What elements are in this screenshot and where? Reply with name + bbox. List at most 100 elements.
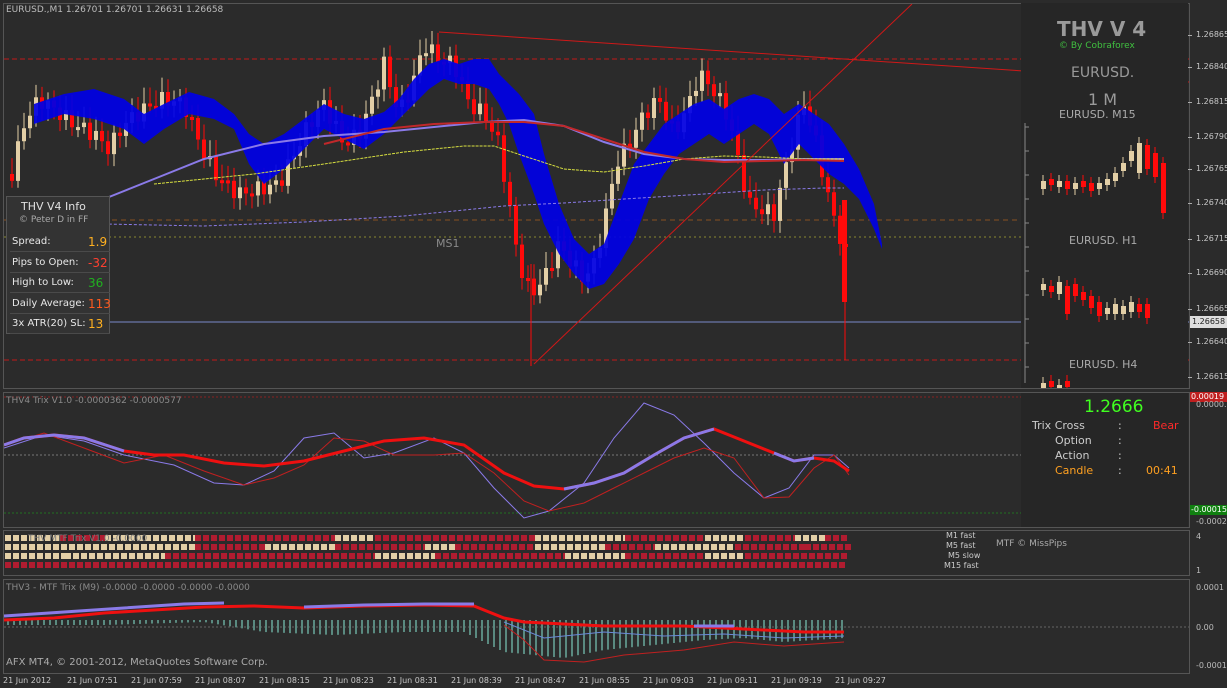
candle-body: [772, 204, 776, 221]
mtf-cell: [599, 562, 605, 568]
trix-canvas[interactable]: [4, 393, 1021, 527]
mtf-cell: [687, 544, 693, 550]
mtf-cell: [125, 562, 131, 568]
mtf-cell: [341, 553, 347, 559]
mtf-cell: [487, 562, 493, 568]
mtf-cell: [711, 562, 717, 568]
candle-body: [640, 112, 644, 130]
price-axis-label: 1.26640: [1196, 337, 1227, 346]
mtf-cell: [511, 544, 517, 550]
current-price-tag-label: 1.26658: [1192, 317, 1226, 326]
thv3-axis-bottom: -0.0001: [1196, 661, 1227, 670]
info-row-label: Pips to Open:: [12, 256, 79, 268]
mtf-cell: [261, 553, 267, 559]
mtf-cell: [581, 553, 587, 559]
mtf-cell: [567, 535, 573, 541]
mtf-cell: [463, 562, 469, 568]
mtf-cell: [333, 562, 339, 568]
price-axis-tick: [1188, 102, 1192, 103]
mini-candle-body: [1153, 153, 1158, 177]
mtf-cell: [105, 553, 111, 559]
mtf-cell: [441, 535, 447, 541]
mtf-cell: [471, 562, 477, 568]
mtf-cell: [751, 544, 757, 550]
mtf-cell: [761, 553, 767, 559]
mtf-cell: [383, 553, 389, 559]
candle-body: [664, 101, 668, 121]
mtf-cell: [527, 562, 533, 568]
mtf-cell: [565, 553, 571, 559]
mtf-cell: [761, 535, 767, 541]
mtf-cell: [129, 553, 135, 559]
mtf-cell: [391, 553, 397, 559]
time-axis-label: 21 Jun 07:51: [67, 676, 118, 685]
mtf-cell: [177, 535, 183, 541]
mini-candle-body: [1121, 306, 1126, 314]
info-title: THV V4 Info: [21, 200, 86, 213]
candle-body: [28, 115, 32, 129]
mtf-cell: [145, 553, 151, 559]
candle-body: [832, 192, 836, 216]
mini-candle-body: [1081, 181, 1086, 187]
mtf-cell: [211, 544, 217, 550]
mtf-cell: [625, 553, 631, 559]
mtf-cell: [567, 562, 573, 568]
mtf-cell: [567, 544, 573, 550]
ms1-label: MS1: [436, 237, 460, 250]
candle-body: [82, 122, 86, 128]
mtf-cell: [149, 544, 155, 550]
mtf-cell: [783, 544, 789, 550]
mtf-cell: [785, 553, 791, 559]
mtf-cell: [575, 544, 581, 550]
mtf-cell: [515, 553, 521, 559]
price-axis-label: 1.26790: [1196, 132, 1227, 141]
mtf-cell: [529, 535, 535, 541]
mtf-cell: [637, 544, 643, 550]
mtf-cell: [375, 553, 381, 559]
mtf-cell: [457, 535, 463, 541]
price-axis-label: 1.26665: [1196, 304, 1227, 313]
mtf-cell: [663, 544, 669, 550]
mini-candle-body: [1145, 304, 1150, 318]
mini-candle-body: [1113, 304, 1118, 314]
mtf-cell: [673, 535, 679, 541]
candle-body: [100, 130, 104, 142]
info-row-value: -32: [88, 255, 108, 270]
mtf-cell: [821, 544, 827, 550]
mtf-cell: [703, 562, 709, 568]
main-chart-canvas[interactable]: [4, 4, 1189, 388]
mtf-cell: [315, 535, 321, 541]
mtf-cell: [307, 535, 313, 541]
mtf-cell: [407, 562, 413, 568]
mtf-cell: [539, 553, 545, 559]
mtf-cell: [665, 535, 671, 541]
candle-body: [106, 141, 110, 155]
price-axis-tick: [1188, 239, 1192, 240]
mtf-cell: [203, 535, 209, 541]
mtf-cell: [13, 553, 19, 559]
trix-row-separator: :: [1118, 449, 1122, 462]
mtf-cell: [221, 553, 227, 559]
candle-body: [274, 180, 278, 185]
mtf-cell: [775, 544, 781, 550]
time-axis-label: 21 Jun 08:15: [259, 676, 310, 685]
candle-body: [268, 184, 272, 195]
price-axis-label: 1.26740: [1196, 198, 1227, 207]
mtf-cell: [313, 544, 319, 550]
mtf-cell: [767, 562, 773, 568]
mtf-cell: [93, 562, 99, 568]
candle-body: [430, 44, 434, 54]
candle-body: [250, 193, 254, 197]
mtf-cell: [811, 535, 817, 541]
candle-body: [544, 268, 548, 285]
mtf-cell: [277, 553, 283, 559]
mtf-cell: [425, 535, 431, 541]
mtf-cell: [583, 562, 589, 568]
mtf-cell: [245, 553, 251, 559]
mtf-cell: [447, 562, 453, 568]
mtf-cell: [173, 553, 179, 559]
mtf-cell: [841, 553, 847, 559]
candle-body: [766, 204, 770, 215]
mtf-cell: [555, 553, 561, 559]
time-axis-label: 21 Jun 09:03: [643, 676, 694, 685]
